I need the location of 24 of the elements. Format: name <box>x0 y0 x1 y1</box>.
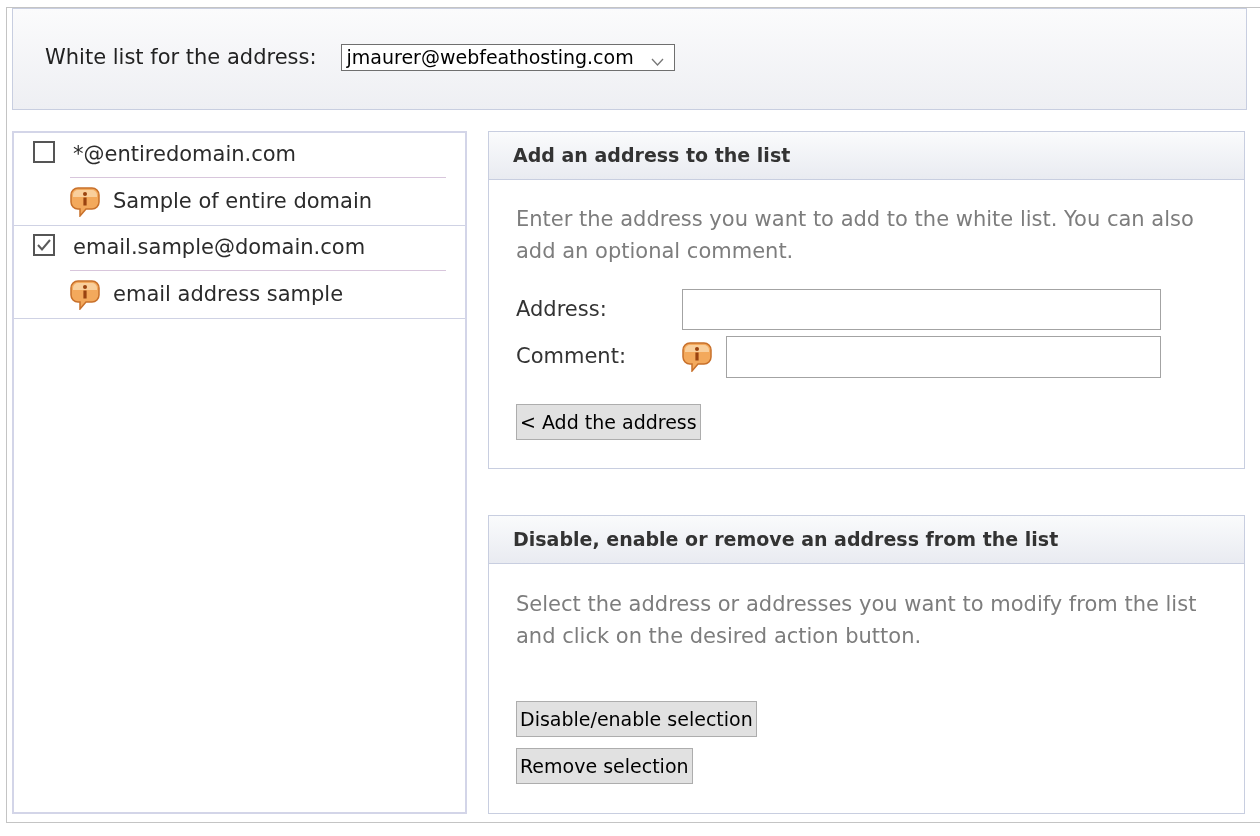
panel-description: Select the address or addresses you want to modify from the list and click on the desired action button. <box>516 591 1198 650</box>
info-bubble-icon <box>70 279 100 310</box>
header-label: White list for the address: <box>45 43 317 71</box>
info-bubble-icon <box>682 342 712 372</box>
entry-comment: Sample of entire domain <box>113 187 373 215</box>
field-label: Comment: <box>516 343 627 371</box>
entry-address: *@entiredomain.com <box>73 141 297 169</box>
input-field[interactable] <box>682 289 1161 330</box>
action-button[interactable]: Remove selection <box>516 748 693 784</box>
action-button[interactable]: Disable/enable selection <box>516 701 757 737</box>
action-button[interactable]: < Add the address <box>516 404 701 440</box>
list-entry[interactable]: email.sample@domain.com email address sample <box>14 226 465 319</box>
input-field[interactable] <box>726 336 1161 378</box>
panel-title: Add an address to the list <box>513 143 791 169</box>
panel-description: Enter the address you want to add to the white list. You can also add an optional comment. <box>516 206 1195 265</box>
info-bubble-icon <box>70 186 100 217</box>
checkbox[interactable] <box>33 234 55 256</box>
entry-address: email.sample@domain.com <box>73 234 366 262</box>
field-label: Address: <box>516 295 608 323</box>
address-dropdown[interactable]: jmaurer@webfeathosting.com <box>340 44 675 71</box>
chevron-down-icon <box>650 57 664 66</box>
panel-title: Disable, enable or remove an address from the list <box>513 527 1059 553</box>
checkbox[interactable] <box>33 141 55 163</box>
entry-comment: email address sample <box>113 280 344 308</box>
